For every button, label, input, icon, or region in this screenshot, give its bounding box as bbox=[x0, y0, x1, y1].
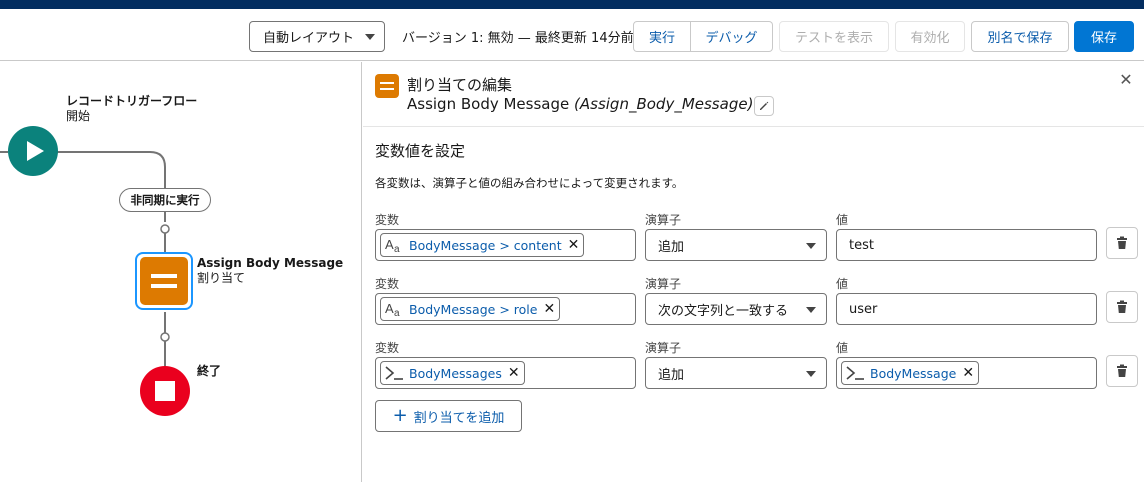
edit-pencil-icon[interactable] bbox=[754, 96, 774, 116]
variable-field[interactable]: Aa BodyMessage > role ✕ bbox=[375, 293, 636, 325]
operator-label: 演算子 bbox=[645, 341, 682, 355]
text-icon: Aa bbox=[384, 236, 404, 255]
assignment-icon bbox=[140, 257, 188, 305]
value-pill-label: BodyMessage bbox=[870, 365, 957, 381]
trash-icon bbox=[1117, 236, 1127, 249]
value-field[interactable]: BodyMessage ✕ bbox=[836, 357, 1097, 389]
section-description: 各変数は、演算子と値の組み合わせによって変更されます。 bbox=[375, 176, 684, 190]
operator-label: 演算子 bbox=[645, 277, 682, 291]
svg-text:A: A bbox=[385, 301, 394, 316]
close-icon[interactable]: ✕ bbox=[1118, 72, 1134, 88]
end-node-title: 終了 bbox=[197, 364, 222, 378]
assignment-node-subtitle: 割り当て bbox=[197, 271, 246, 285]
section-title: 変数値を設定 bbox=[375, 142, 466, 160]
chevron-down-icon bbox=[365, 34, 375, 40]
end-node[interactable] bbox=[140, 366, 190, 416]
builder-toolbar: 自動レイアウト バージョン 1: 無効 — 最終更新 14分前 実行 デバッグ … bbox=[0, 9, 1144, 61]
value-text: user bbox=[849, 301, 878, 317]
variable-pill-label: BodyMessage > role bbox=[409, 301, 538, 317]
svg-text:a: a bbox=[394, 244, 400, 254]
start-node-label: レコードトリガーフロー 開始 bbox=[66, 94, 197, 124]
value-input[interactable]: test bbox=[836, 229, 1097, 261]
chevron-down-icon bbox=[806, 243, 816, 249]
stop-icon bbox=[155, 381, 175, 401]
connector-node-2 bbox=[160, 332, 170, 342]
add-assignment-label: 割り当てを追加 bbox=[413, 410, 505, 426]
delete-row-button[interactable] bbox=[1106, 291, 1138, 323]
panel-title: 割り当ての編集 bbox=[407, 76, 513, 94]
remove-icon[interactable]: ✕ bbox=[568, 237, 580, 253]
delete-row-button[interactable] bbox=[1106, 227, 1138, 259]
remove-icon[interactable]: ✕ bbox=[508, 365, 520, 381]
save-as-button[interactable]: 別名で保存 bbox=[971, 21, 1069, 52]
plus-icon: + bbox=[392, 405, 408, 426]
delete-row-button[interactable] bbox=[1106, 355, 1138, 387]
activate-button[interactable]: 有効化 bbox=[895, 21, 965, 52]
run-button[interactable]: 実行 bbox=[633, 21, 691, 52]
variable-pill[interactable]: BodyMessages ✕ bbox=[380, 361, 525, 385]
remove-icon[interactable]: ✕ bbox=[962, 365, 974, 381]
operator-label: 演算子 bbox=[645, 213, 682, 227]
text-icon: Aa bbox=[384, 300, 404, 319]
operator-value: 次の文字列と一致する bbox=[658, 303, 789, 319]
variable-pill[interactable]: Aa BodyMessage > role ✕ bbox=[380, 297, 561, 321]
apex-icon bbox=[384, 364, 404, 382]
start-node-subtitle: 開始 bbox=[66, 109, 91, 123]
operator-select[interactable]: 追加 bbox=[645, 229, 827, 261]
element-label: Assign Body Message bbox=[407, 95, 570, 113]
element-name: Assign Body Message (Assign_Body_Message… bbox=[407, 95, 753, 113]
debug-button[interactable]: デバッグ bbox=[691, 21, 773, 52]
variable-label: 変数 bbox=[375, 341, 400, 355]
save-button[interactable]: 保存 bbox=[1074, 21, 1134, 52]
connector-node-1 bbox=[160, 224, 170, 234]
chevron-down-icon bbox=[806, 307, 816, 313]
assignment-node[interactable] bbox=[135, 252, 193, 310]
end-node-label: 終了 bbox=[197, 364, 221, 379]
variable-field[interactable]: BodyMessages ✕ bbox=[375, 357, 636, 389]
show-tests-button[interactable]: テストを表示 bbox=[779, 21, 889, 52]
value-label: 値 bbox=[836, 277, 849, 291]
chevron-down-icon bbox=[806, 371, 816, 377]
variable-pill[interactable]: Aa BodyMessage > content ✕ bbox=[380, 233, 585, 257]
apex-icon bbox=[845, 364, 865, 382]
variable-label: 変数 bbox=[375, 213, 400, 227]
value-pill[interactable]: BodyMessage ✕ bbox=[841, 361, 980, 385]
assignment-node-title: Assign Body Message bbox=[197, 256, 344, 270]
svg-text:A: A bbox=[385, 237, 394, 252]
remove-icon[interactable]: ✕ bbox=[543, 301, 555, 317]
variable-label: 変数 bbox=[375, 277, 400, 291]
value-label: 値 bbox=[836, 213, 849, 227]
operator-select[interactable]: 追加 bbox=[645, 357, 827, 389]
flow-canvas[interactable]: レコードトリガーフロー 開始 非同期に実行 Assign Body Messag… bbox=[0, 62, 362, 482]
value-label: 値 bbox=[836, 341, 849, 355]
operator-value: 追加 bbox=[658, 239, 685, 255]
global-header-bar bbox=[0, 0, 1144, 9]
value-text: test bbox=[849, 237, 874, 253]
async-path-label[interactable]: 非同期に実行 bbox=[119, 188, 211, 212]
operator-value: 追加 bbox=[658, 367, 685, 383]
layout-select[interactable]: 自動レイアウト bbox=[249, 21, 385, 52]
version-status: バージョン 1: 無効 — 最終更新 14分前 bbox=[402, 31, 634, 46]
variable-pill-label: BodyMessages bbox=[409, 365, 502, 381]
element-api-name: (Assign_Body_Message) bbox=[574, 95, 754, 113]
panel-header: 割り当ての編集 Assign Body Message (Assign_Body… bbox=[363, 62, 1144, 127]
play-icon bbox=[27, 141, 44, 161]
assignment-icon bbox=[375, 74, 399, 98]
svg-text:a: a bbox=[394, 308, 400, 318]
operator-select[interactable]: 次の文字列と一致する bbox=[645, 293, 827, 325]
trash-icon bbox=[1117, 300, 1127, 313]
variable-pill-label: BodyMessage > content bbox=[409, 237, 562, 253]
add-assignment-button[interactable]: + 割り当てを追加 bbox=[375, 400, 522, 432]
variable-field[interactable]: Aa BodyMessage > content ✕ bbox=[375, 229, 636, 261]
start-node-title: レコードトリガーフロー bbox=[66, 94, 198, 108]
assignment-node-label: Assign Body Message 割り当て bbox=[197, 256, 343, 286]
property-editor-panel: 割り当ての編集 Assign Body Message (Assign_Body… bbox=[363, 62, 1144, 482]
value-input[interactable]: user bbox=[836, 293, 1097, 325]
trash-icon bbox=[1117, 364, 1127, 377]
start-node[interactable] bbox=[8, 126, 58, 176]
layout-select-value: 自動レイアウト bbox=[263, 31, 355, 46]
